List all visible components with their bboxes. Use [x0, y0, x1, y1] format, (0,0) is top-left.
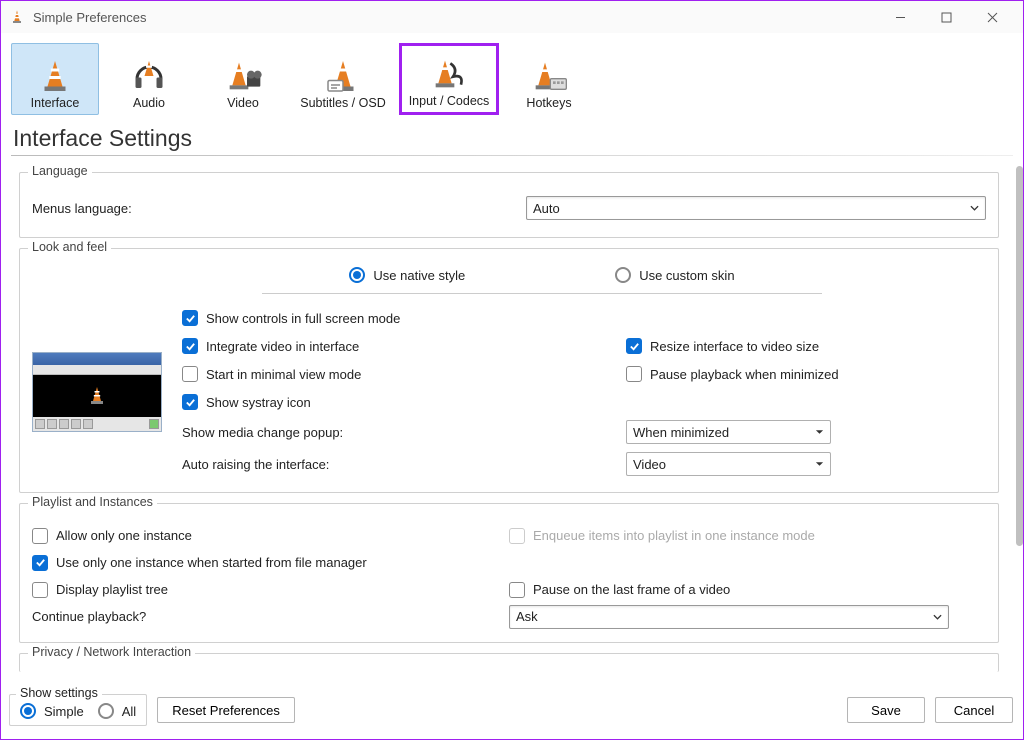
look-legend: Look and feel	[28, 240, 111, 254]
skin-preview	[32, 352, 162, 432]
reset-preferences-button[interactable]: Reset Preferences	[157, 697, 295, 723]
tab-label: Interface	[31, 96, 80, 110]
check-start-minimal[interactable]: Start in minimal view mode	[182, 366, 361, 382]
chevron-down-icon	[933, 609, 942, 624]
privacy-legend: Privacy / Network Interaction	[28, 645, 195, 659]
scrollbar[interactable]	[1016, 166, 1023, 546]
tab-hotkeys[interactable]: Hotkeys	[505, 43, 593, 115]
maximize-button[interactable]	[923, 1, 969, 33]
look-and-feel-group: Look and feel Use native style Use custo…	[19, 248, 999, 493]
divider	[11, 155, 1013, 156]
titlebar: Simple Preferences	[1, 1, 1023, 33]
style-native-radio[interactable]: Use native style	[349, 267, 465, 283]
auto-raise-select[interactable]: Video	[626, 452, 831, 476]
settings-scroll: Language Menus language: Auto Look and f…	[9, 166, 1013, 684]
cancel-button[interactable]: Cancel	[935, 697, 1013, 723]
tab-subtitles[interactable]: Subtitles / OSD	[293, 43, 393, 115]
radio-label: All	[122, 704, 136, 719]
page-title: Interface Settings	[1, 120, 1023, 155]
category-tabs: Interface Audio Video Subtitles / OSD In…	[1, 33, 1023, 120]
chevron-down-icon	[815, 425, 824, 440]
select-value: Auto	[533, 201, 560, 216]
close-button[interactable]	[969, 1, 1015, 33]
subtitle-cone-icon	[325, 56, 361, 96]
check-label: Use only one instance when started from …	[56, 555, 367, 570]
check-label: Enqueue items into playlist in one insta…	[533, 528, 815, 543]
check-allow-one-instance[interactable]: Allow only one instance	[32, 528, 192, 544]
check-integrate-video[interactable]: Integrate video in interface	[182, 338, 359, 354]
keyboard-cone-icon	[529, 56, 569, 96]
style-custom-radio[interactable]: Use custom skin	[615, 267, 734, 283]
chevron-down-icon	[970, 201, 979, 216]
check-label: Start in minimal view mode	[206, 367, 361, 382]
language-legend: Language	[28, 166, 92, 178]
check-label: Show systray icon	[206, 395, 311, 410]
tab-label: Audio	[133, 96, 165, 110]
headphones-icon	[131, 56, 167, 96]
media-popup-label: Show media change popup:	[182, 425, 402, 440]
save-button[interactable]: Save	[847, 697, 925, 723]
select-value: Video	[633, 457, 666, 472]
window-title: Simple Preferences	[33, 10, 877, 25]
chevron-down-icon	[815, 457, 824, 472]
codec-cone-icon	[429, 54, 469, 94]
menus-language-select[interactable]: Auto	[526, 196, 986, 220]
playlist-legend: Playlist and Instances	[28, 495, 157, 509]
minimize-button[interactable]	[877, 1, 923, 33]
tab-audio[interactable]: Audio	[105, 43, 193, 115]
radio-label: Use custom skin	[639, 268, 734, 283]
check-label: Allow only one instance	[56, 528, 192, 543]
privacy-group: Privacy / Network Interaction	[19, 653, 999, 672]
language-group: Language Menus language: Auto	[19, 172, 999, 238]
media-popup-select[interactable]: When minimized	[626, 420, 831, 444]
check-label: Pause on the last frame of a video	[533, 582, 730, 597]
check-label: Show controls in full screen mode	[206, 311, 400, 326]
check-pause-minimized[interactable]: Pause playback when minimized	[626, 366, 839, 382]
tab-label: Video	[227, 96, 259, 110]
auto-raise-label: Auto raising the interface:	[182, 457, 402, 472]
show-simple-radio[interactable]: Simple	[20, 703, 84, 719]
check-systray[interactable]: Show systray icon	[182, 394, 311, 410]
check-display-playlist-tree[interactable]: Display playlist tree	[32, 582, 168, 598]
tab-label: Input / Codecs	[409, 94, 490, 108]
check-show-controls[interactable]: Show controls in full screen mode	[182, 310, 400, 326]
check-use-one-instance-fm[interactable]: Use only one instance when started from …	[32, 555, 367, 571]
select-value: Ask	[516, 609, 538, 624]
tab-label: Subtitles / OSD	[300, 96, 385, 110]
continue-playback-label: Continue playback?	[32, 609, 146, 624]
film-cone-icon	[223, 56, 263, 96]
select-value: When minimized	[633, 425, 729, 440]
tab-input-codecs[interactable]: Input / Codecs	[399, 43, 499, 115]
show-settings-legend: Show settings	[16, 686, 102, 700]
check-enqueue-items: Enqueue items into playlist in one insta…	[509, 528, 815, 544]
menus-language-label: Menus language:	[32, 201, 132, 216]
cone-icon	[37, 56, 73, 96]
check-resize-interface[interactable]: Resize interface to video size	[626, 338, 819, 354]
check-label: Pause playback when minimized	[650, 367, 839, 382]
tab-label: Hotkeys	[526, 96, 571, 110]
radio-label: Simple	[44, 704, 84, 719]
check-pause-last-frame[interactable]: Pause on the last frame of a video	[509, 582, 730, 598]
continue-playback-select[interactable]: Ask	[509, 605, 949, 629]
tab-interface[interactable]: Interface	[11, 43, 99, 115]
show-settings-group: Show settings Simple All	[9, 694, 147, 726]
bottom-bar: Show settings Simple All Reset Preferenc…	[9, 689, 1013, 731]
check-label: Resize interface to video size	[650, 339, 819, 354]
check-label: Integrate video in interface	[206, 339, 359, 354]
tab-video[interactable]: Video	[199, 43, 287, 115]
show-all-radio[interactable]: All	[98, 703, 136, 719]
playlist-group: Playlist and Instances Allow only one in…	[19, 503, 999, 643]
app-icon	[9, 9, 25, 25]
check-label: Display playlist tree	[56, 582, 168, 597]
radio-label: Use native style	[373, 268, 465, 283]
